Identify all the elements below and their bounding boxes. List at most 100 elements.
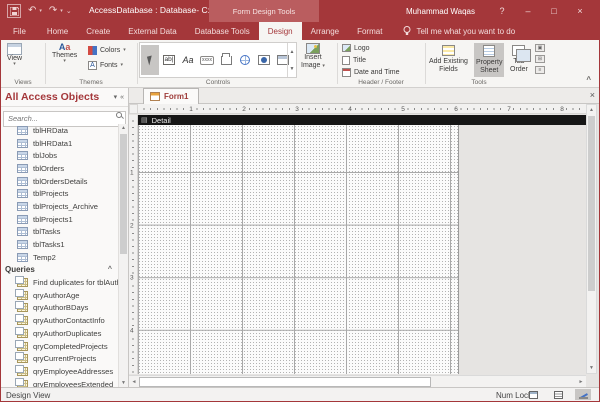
table-icon [17, 240, 28, 249]
tab-order-button[interactable]: TabOrder [508, 43, 530, 76]
redo-dropdown-icon[interactable]: ▾ [60, 8, 63, 14]
navigation-pane-header[interactable]: All Access Objects ▾ « [1, 88, 128, 107]
tab-external-data[interactable]: External Data [119, 22, 185, 40]
nav-item-table[interactable]: tblTasks [1, 226, 118, 239]
textbox-control[interactable]: ab| [160, 45, 178, 75]
undo-button[interactable]: ↶ [28, 6, 36, 16]
title-bar: ↶▾ ↷▾ ⌄ AccessDatabase : Database- C:\Us… [1, 0, 599, 22]
themes-group-label: Themes [46, 79, 136, 86]
web-browser-control[interactable] [255, 45, 273, 75]
title-button[interactable]: Title [342, 54, 366, 66]
nav-item-table[interactable]: tblHRData1 [1, 137, 118, 150]
close-document-icon[interactable]: × [590, 90, 595, 100]
nav-item-table[interactable]: Temp2 [1, 251, 118, 264]
ribbon-tab-row: File Home Create External Data Database … [1, 22, 599, 40]
scrollbar-thumb[interactable] [139, 377, 431, 387]
nav-item-table[interactable]: tblProjects_Archive [1, 200, 118, 213]
scrollbar-thumb[interactable] [120, 134, 127, 254]
hyperlink-control[interactable] [236, 45, 254, 75]
subform-new-window-button[interactable]: ▣ [535, 44, 545, 52]
themes-button[interactable]: Aa Themes ▾ [52, 43, 77, 64]
date-time-button[interactable]: Date and Time [342, 66, 400, 78]
help-button[interactable]: ? [489, 0, 515, 22]
nav-item-table[interactable]: tblOrders [1, 162, 118, 175]
button-control[interactable]: xxxx [198, 45, 216, 75]
nav-item-table[interactable]: tblJobs [1, 149, 118, 162]
tab-format[interactable]: Format [348, 22, 391, 40]
save-button[interactable] [7, 4, 21, 18]
scroll-up-icon[interactable]: ▲ [587, 105, 596, 115]
shutter-bar-close-icon[interactable]: « [120, 94, 124, 101]
insert-image-label-1: Insert [304, 54, 322, 61]
tab-arrange[interactable]: Arrange [302, 22, 348, 40]
sidebar-scrollbar[interactable]: ▲ ▼ [118, 124, 128, 388]
detail-design-grid[interactable] [138, 125, 459, 374]
scrollbar-thumb[interactable] [588, 116, 595, 291]
maximize-button[interactable]: □ [541, 0, 567, 22]
nav-item-query[interactable]: qryCurrentProjects [1, 352, 118, 365]
nav-item-query[interactable]: qryAuthorDuplicates [1, 327, 118, 340]
layout-view-button[interactable] [550, 389, 566, 400]
gallery-scroll-down-icon[interactable]: ▼ [290, 66, 295, 72]
detail-section-bar[interactable]: ▤ Detail [138, 115, 586, 125]
close-button[interactable]: × [567, 0, 593, 22]
themes-group: Aa Themes ▾ Colors ▾ A Fonts ▾ Themes [46, 40, 136, 87]
collapse-ribbon-button[interactable]: ^ [586, 75, 591, 84]
property-sheet-button[interactable]: PropertySheet [474, 43, 504, 77]
nav-item-query[interactable]: Find duplicates for tblAuthors [1, 276, 118, 289]
form-view-button[interactable] [525, 389, 541, 400]
scroll-up-icon[interactable]: ▲ [119, 124, 128, 133]
form-selector-box[interactable] [129, 104, 138, 114]
colors-button[interactable]: Colors ▾ [88, 46, 126, 55]
label-control[interactable]: Aa [179, 45, 197, 75]
gallery-scroll-up-icon[interactable]: ▲ [290, 49, 295, 55]
tab-design[interactable]: Design [259, 22, 302, 40]
collapse-group-icon[interactable]: ^ [108, 266, 112, 273]
nav-item-query[interactable]: qryCompletedProjects [1, 340, 118, 353]
tab-home[interactable]: Home [38, 22, 77, 40]
nav-item-query[interactable]: qryAuthorAge [1, 289, 118, 302]
nav-item-table[interactable]: tblTasks1 [1, 238, 118, 251]
scroll-down-icon[interactable]: ▼ [587, 363, 596, 373]
tell-me-box[interactable]: Tell me what you want to do [403, 22, 515, 40]
queries-group-header[interactable]: Queries^ [1, 264, 118, 277]
nav-item-table[interactable]: tblProjects1 [1, 213, 118, 226]
web-browser-icon [258, 55, 270, 65]
nav-menu-dropdown-icon[interactable]: ▾ [114, 93, 118, 101]
view-code-button[interactable]: ⊞ [535, 55, 545, 63]
horizontal-ruler[interactable]: 1 2 3 4 5 6 7 8 [138, 104, 586, 114]
nav-item-table[interactable]: tblOrdersDetails [1, 175, 118, 188]
layout-view-icon [554, 391, 563, 399]
ruler-number: 8 [559, 106, 565, 113]
nav-item-table[interactable]: tblHRData [1, 124, 118, 137]
convert-macros-button[interactable]: ≡ [535, 66, 545, 74]
tab-database-tools[interactable]: Database Tools [186, 22, 259, 40]
query-icon [17, 278, 28, 287]
canvas-vertical-scrollbar[interactable]: ▲ ▼ [586, 104, 597, 374]
user-name[interactable]: Muhammad Waqas [406, 7, 475, 16]
vertical-ruler[interactable]: 1 2 3 4 [129, 115, 138, 374]
add-existing-fields-button[interactable]: Add ExistingFields [427, 43, 470, 76]
view-icon [7, 43, 22, 55]
nav-item-table[interactable]: tblProjects [1, 187, 118, 200]
insert-image-button[interactable]: InsertImage ▾ [301, 43, 325, 70]
nav-item-query[interactable]: qryAuthorBDays [1, 302, 118, 315]
lightbulb-icon [403, 26, 411, 36]
design-view-button[interactable] [575, 389, 591, 400]
tab-control[interactable] [217, 45, 235, 75]
view-button[interactable]: View ▾ [7, 43, 22, 67]
customize-qat-button[interactable]: ⌄ [66, 7, 72, 15]
nav-item-query[interactable]: qryEmployeeAddresses [1, 365, 118, 378]
undo-dropdown-icon[interactable]: ▾ [39, 8, 42, 14]
tab-file[interactable]: File [1, 22, 38, 40]
select-tool[interactable] [141, 45, 159, 75]
nav-item-query[interactable]: qryAuthorContactInfo [1, 314, 118, 327]
nav-object-list: tblHRData tblHRData1 tblJobs tblOrders t… [1, 124, 118, 388]
document-tab-form1[interactable]: Form1 [143, 88, 199, 104]
fonts-button[interactable]: A Fonts ▾ [88, 61, 123, 70]
tab-create[interactable]: Create [77, 22, 119, 40]
logo-button[interactable]: Logo [342, 42, 370, 54]
gallery-scrollbar[interactable]: ▲▼ [287, 43, 296, 77]
minimize-button[interactable]: – [515, 0, 541, 22]
redo-button[interactable]: ↷ [49, 6, 57, 16]
